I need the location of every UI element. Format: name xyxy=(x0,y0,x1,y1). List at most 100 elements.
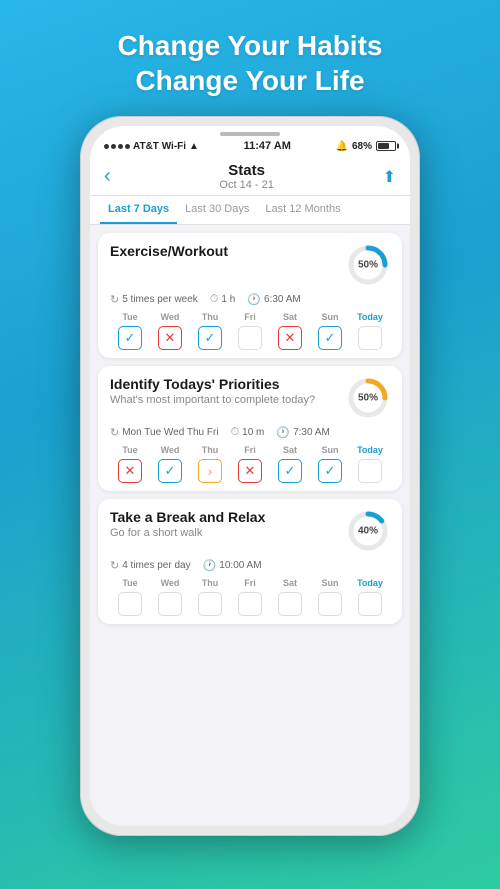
carrier-label: AT&T Wi-Fi xyxy=(133,141,186,152)
day-label: Fri xyxy=(244,445,256,455)
day-check[interactable]: ✕ xyxy=(158,326,182,350)
day-label: Tue xyxy=(122,312,137,322)
carrier-info: AT&T Wi-Fi ▲ xyxy=(104,141,199,152)
signal-dots xyxy=(104,144,130,149)
day-col-wed: Wed ✕ xyxy=(150,312,190,350)
habit-meta-row: ↻ 4 times per day 🕐 10:00 AM xyxy=(110,559,390,572)
day-col-sat: Sat xyxy=(270,578,310,616)
habit-name: Exercise/Workout xyxy=(110,243,228,259)
time-label: 7:30 AM xyxy=(293,427,330,438)
day-check[interactable] xyxy=(278,592,302,616)
day-label: Thu xyxy=(202,445,219,455)
alarm-icon: 🔔 xyxy=(336,141,348,152)
habit-name: Identify Todays' Priorities xyxy=(110,376,315,392)
habit-name: Take a Break and Relax xyxy=(110,509,265,525)
day-label: Fri xyxy=(244,578,256,588)
day-check[interactable] xyxy=(318,592,342,616)
tab-last30[interactable]: Last 30 Days xyxy=(177,196,257,224)
day-check-today[interactable] xyxy=(358,592,382,616)
day-check-today[interactable] xyxy=(358,459,382,483)
donut-label: 50% xyxy=(358,260,378,271)
day-col-sun: Sun ✓ xyxy=(310,312,350,350)
phone-shell: AT&T Wi-Fi ▲ 11:47 AM 🔔 68% ‹ Stats Oct … xyxy=(80,116,420,836)
time-icon: 🕐 xyxy=(247,293,261,306)
day-label: Wed xyxy=(161,578,180,588)
wifi-icon: ▲ xyxy=(189,141,199,152)
day-check[interactable]: ✓ xyxy=(318,326,342,350)
day-check[interactable]: ✓ xyxy=(118,326,142,350)
repeat-label: Mon Tue Wed Thu Fri xyxy=(122,427,218,438)
clock-icon: ⏱ xyxy=(231,426,240,439)
day-check-today[interactable] xyxy=(358,326,382,350)
habit-card-exercise: Exercise/Workout 50% ↻ 5 times per week xyxy=(98,233,402,358)
day-check[interactable] xyxy=(118,592,142,616)
clock-icon: ⏱ xyxy=(210,293,219,306)
habits-scroll-area: Exercise/Workout 50% ↻ 5 times per week xyxy=(90,225,410,826)
habit-meta-row: ↻ Mon Tue Wed Thu Fri ⏱ 10 m 🕐 7:30 AM xyxy=(110,426,390,439)
meta-duration: ⏱ 1 h xyxy=(210,293,236,306)
day-col-tue: Tue ✓ xyxy=(110,312,150,350)
signal-dot-3 xyxy=(118,144,123,149)
battery-icon xyxy=(376,141,396,151)
day-check[interactable] xyxy=(238,326,262,350)
day-col-fri: Fri xyxy=(230,312,270,350)
day-col-sun: Sun ✓ xyxy=(310,445,350,483)
time-label: 10:00 AM xyxy=(219,560,261,571)
meta-time: 🕐 7:30 AM xyxy=(276,426,329,439)
progress-donut: 40% xyxy=(346,509,390,553)
habit-name-block: Exercise/Workout xyxy=(110,243,228,259)
back-button[interactable]: ‹ xyxy=(104,165,111,188)
share-button[interactable]: ⬆ xyxy=(383,167,396,187)
duration-label: 1 h xyxy=(221,294,235,305)
day-check[interactable] xyxy=(158,592,182,616)
habit-subtitle: What's most important to complete today? xyxy=(110,394,315,406)
day-col-fri: Fri ✕ xyxy=(230,445,270,483)
day-col-wed: Wed ✓ xyxy=(150,445,190,483)
phone-speaker xyxy=(220,132,280,136)
day-label-today: Today xyxy=(357,578,383,588)
day-check[interactable]: ✕ xyxy=(238,459,262,483)
status-bar: AT&T Wi-Fi ▲ 11:47 AM 🔔 68% xyxy=(90,126,410,156)
battery-percent: 68% xyxy=(352,141,372,152)
tab-last12[interactable]: Last 12 Months xyxy=(257,196,348,224)
phone-notch: AT&T Wi-Fi ▲ 11:47 AM 🔔 68% xyxy=(104,140,396,156)
day-label: Thu xyxy=(202,578,219,588)
day-label: Tue xyxy=(122,445,137,455)
progress-donut: 50% xyxy=(346,376,390,420)
meta-time: 🕐 6:30 AM xyxy=(247,293,300,306)
day-check[interactable]: ✓ xyxy=(158,459,182,483)
day-check[interactable] xyxy=(198,592,222,616)
habit-name-block: Identify Todays' Priorities What's most … xyxy=(110,376,315,406)
repeat-label: 4 times per day xyxy=(122,560,190,571)
day-col-thu: Thu xyxy=(190,578,230,616)
repeat-icon: ↻ xyxy=(110,426,119,439)
day-label: Sun xyxy=(322,578,339,588)
repeat-icon: ↻ xyxy=(110,293,119,306)
habit-card-top: Identify Todays' Priorities What's most … xyxy=(110,376,390,420)
habit-card-top: Take a Break and Relax Go for a short wa… xyxy=(110,509,390,553)
day-check[interactable]: › xyxy=(198,459,222,483)
day-label-today: Today xyxy=(357,445,383,455)
day-col-tue: Tue xyxy=(110,578,150,616)
day-col-sat: Sat ✓ xyxy=(270,445,310,483)
meta-time: 🕐 10:00 AM xyxy=(203,559,262,572)
tab-last7[interactable]: Last 7 Days xyxy=(100,196,177,224)
day-col-tue: Tue ✕ xyxy=(110,445,150,483)
day-check[interactable] xyxy=(238,592,262,616)
meta-repeat: ↻ 4 times per day xyxy=(110,559,191,572)
day-col-fri: Fri xyxy=(230,578,270,616)
day-check[interactable]: ✕ xyxy=(118,459,142,483)
day-check[interactable]: ✓ xyxy=(278,459,302,483)
repeat-icon: ↻ xyxy=(110,559,119,572)
hero-section: Change Your Habits Change Your Life xyxy=(77,0,422,116)
hero-title: Change Your Habits Change Your Life xyxy=(77,0,422,116)
signal-dot-2 xyxy=(111,144,116,149)
donut-label: 50% xyxy=(358,393,378,404)
day-label: Sun xyxy=(322,312,339,322)
duration-label: 10 m xyxy=(242,427,264,438)
day-check[interactable]: ✓ xyxy=(198,326,222,350)
day-check[interactable]: ✓ xyxy=(318,459,342,483)
meta-duration: ⏱ 10 m xyxy=(231,426,265,439)
day-check[interactable]: ✕ xyxy=(278,326,302,350)
page-subtitle: Oct 14 - 21 xyxy=(219,179,273,191)
